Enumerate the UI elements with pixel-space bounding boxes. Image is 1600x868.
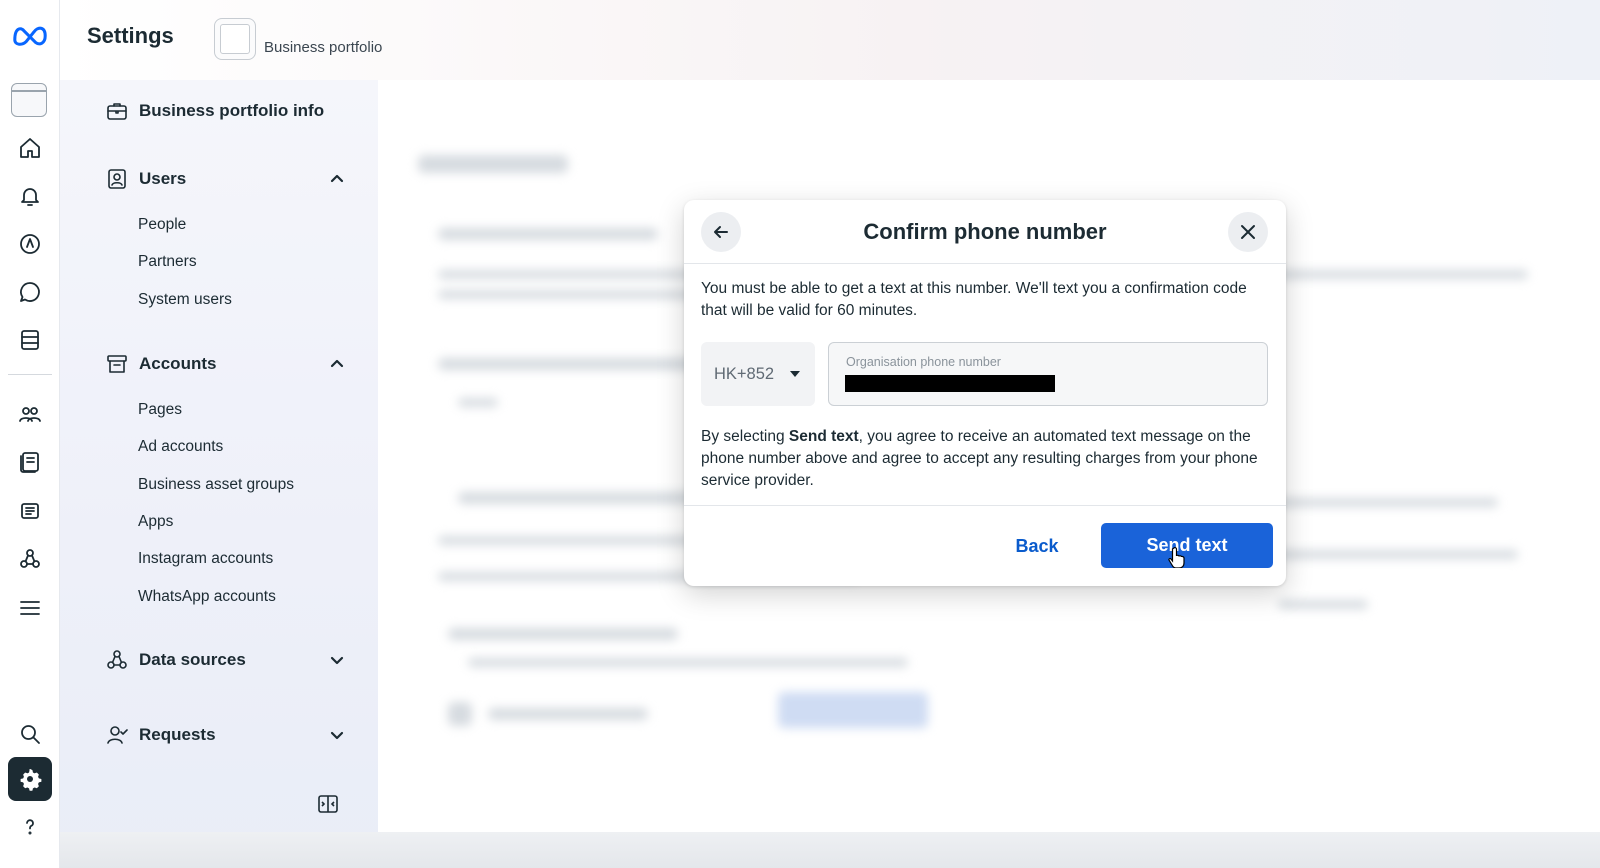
phone-number-input[interactable]: Organisation phone number: [828, 342, 1268, 406]
sidebar-item-business-asset-groups[interactable]: Business asset groups: [138, 476, 294, 494]
caret-down-icon: [790, 371, 801, 377]
consent-bold: Send text: [788, 428, 859, 445]
sidebar-section-label: Requests: [139, 725, 216, 744]
business-portfolio-selector[interactable]: Business portfolio: [214, 16, 382, 60]
settings-icon[interactable]: [8, 757, 52, 801]
sidebar-item-business-portfolio-info[interactable]: Business portfolio info: [105, 93, 345, 129]
users-icon: [108, 169, 126, 189]
data-sources-icon: [107, 650, 127, 669]
page-title: Settings: [87, 23, 174, 48]
country-code-select[interactable]: HK+852: [701, 342, 815, 406]
search-icon[interactable]: [8, 712, 52, 756]
redacted-phone-value: [845, 375, 1055, 392]
notifications-icon[interactable]: [8, 174, 52, 218]
sidebar-item-ad-accounts[interactable]: Ad accounts: [138, 438, 223, 456]
sidebar-section-label: Users: [139, 169, 187, 188]
sidebar-item-whatsapp-accounts[interactable]: WhatsApp accounts: [138, 588, 276, 606]
send-text-button[interactable]: Send text: [1101, 523, 1273, 568]
back-button[interactable]: Back: [996, 524, 1078, 568]
chevron-up-icon: [330, 359, 344, 368]
sidebar-item-pages[interactable]: Pages: [138, 401, 182, 419]
archive-icon: [107, 355, 127, 373]
user-check-icon: [107, 726, 128, 744]
hand-cursor-icon: [1168, 546, 1185, 568]
sidebar-item-partners[interactable]: Partners: [138, 253, 197, 271]
dialog-title: Confirm phone number: [863, 219, 1107, 244]
portfolio-name: Business portfolio: [264, 39, 383, 56]
catalogue-icon[interactable]: [8, 440, 52, 484]
sidebar-item-system-users[interactable]: System users: [138, 291, 232, 309]
sidebar-section-accounts[interactable]: Accounts: [105, 346, 345, 382]
sidebar-section-data-sources[interactable]: Data sources: [105, 642, 345, 678]
portfolio-thumbnail-icon: [214, 18, 256, 60]
chevron-down-icon: [330, 731, 344, 740]
sidebar-section-label: Accounts: [139, 354, 217, 373]
sidebar-section-label: Data sources: [139, 650, 246, 669]
content-icon[interactable]: [8, 318, 52, 362]
phone-number-label: Organisation phone number: [846, 355, 1001, 369]
chevron-up-icon: [330, 174, 344, 183]
country-code-value: HK+852: [714, 364, 775, 383]
close-icon: [1241, 225, 1255, 239]
collapse-sidebar-button[interactable]: [316, 792, 340, 816]
sidebar-item-apps[interactable]: Apps: [138, 513, 173, 531]
bottom-strip: [60, 832, 1600, 868]
briefcase-icon: [107, 103, 127, 120]
rail-divider: [8, 374, 52, 375]
audience-icon[interactable]: [8, 392, 52, 436]
home-icon[interactable]: [8, 126, 52, 170]
ads-icon[interactable]: [8, 222, 52, 266]
data-sources-icon[interactable]: [8, 537, 52, 581]
consent-text: By selecting Send text, you agree to rec…: [701, 426, 1271, 492]
messages-icon[interactable]: [8, 270, 52, 314]
chevron-down-icon: [330, 656, 344, 665]
sidebar-section-users[interactable]: Users: [105, 161, 345, 197]
reports-icon[interactable]: [8, 489, 52, 533]
help-icon[interactable]: [8, 805, 52, 849]
global-nav-rail: [0, 0, 60, 868]
close-button[interactable]: [1228, 212, 1268, 252]
sidebar-item-instagram-accounts[interactable]: Instagram accounts: [138, 550, 273, 568]
settings-sidebar: Business portfolio info Users People Par…: [60, 80, 378, 868]
sidebar-toggle-icon: [318, 795, 338, 813]
business-portfolio-icon[interactable]: [11, 83, 47, 117]
sidebar-section-requests[interactable]: Requests: [105, 717, 345, 753]
sidebar-item-label: Business portfolio info: [139, 101, 325, 120]
menu-icon[interactable]: [8, 586, 52, 630]
consent-prefix: By selecting: [701, 428, 789, 445]
dialog-description: You must be able to get a text at this n…: [701, 280, 1247, 319]
sidebar-item-people[interactable]: People: [138, 216, 186, 234]
meta-logo-icon[interactable]: [8, 12, 52, 56]
dialog-footer-divider: [684, 505, 1286, 506]
confirm-phone-dialog: Confirm phone number You must be able to…: [684, 200, 1286, 586]
